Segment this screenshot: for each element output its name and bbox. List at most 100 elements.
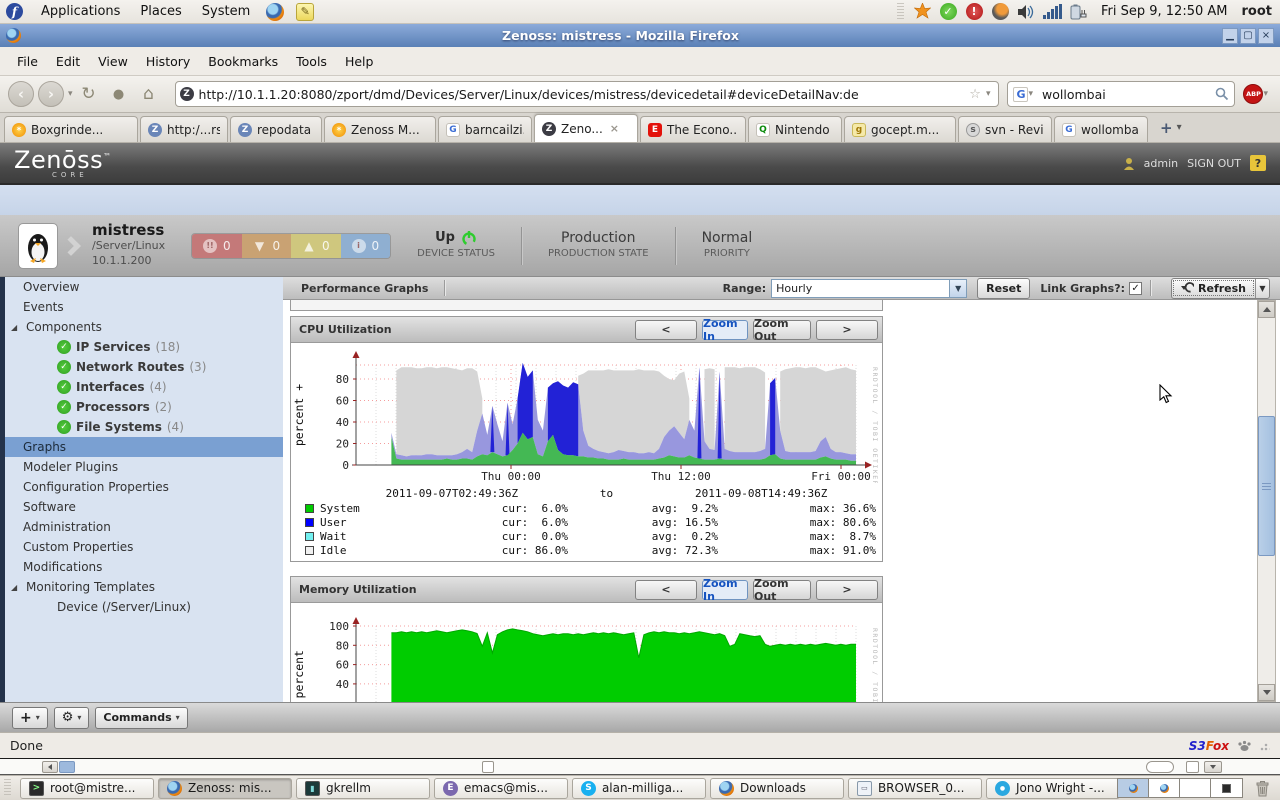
text-editor-launcher-icon[interactable]: ✎ — [296, 3, 314, 21]
sidebar-item-modeler-plugins[interactable]: Modeler Plugins — [5, 457, 283, 477]
sidebar-item-configuration-properties[interactable]: Configuration Properties — [5, 477, 283, 497]
sidebar-item-file-systems[interactable]: ✓File Systems (4) — [5, 417, 283, 437]
taskbar-handle[interactable] — [4, 779, 11, 797]
magnifier-icon[interactable] — [1215, 87, 1229, 101]
browser-menu-bookmarks[interactable]: Bookmarks — [199, 54, 287, 69]
device-path[interactable]: /Server/Linux — [92, 238, 165, 253]
taskbar-window-jono-wright[interactable]: Jono Wright -... — [986, 778, 1120, 799]
minimize-icon[interactable]: ▁ — [1222, 28, 1238, 44]
taskbar-window-gkrellm[interactable]: gkrellm — [296, 778, 430, 799]
tab-repodata[interactable]: repodata — [230, 116, 322, 142]
history-dropdown-icon[interactable]: ▾ — [68, 89, 73, 99]
graph-button-[interactable]: < — [635, 320, 697, 340]
event-badge-critical[interactable]: !!0 — [192, 234, 242, 258]
new-tab-icon[interactable]: + — [1160, 119, 1173, 137]
back-button[interactable]: ‹ — [8, 81, 34, 107]
panel-handle[interactable] — [897, 3, 904, 21]
scrollbar-thumb[interactable] — [1258, 416, 1275, 556]
sidebar-item-interfaces[interactable]: ✓Interfaces (4) — [5, 377, 283, 397]
tab-wollomba[interactable]: wollomba... — [1054, 116, 1148, 142]
close-icon[interactable]: × — [1258, 28, 1274, 44]
firefox-launcher-icon[interactable] — [266, 3, 284, 21]
browser-menu-file[interactable]: File — [8, 54, 47, 69]
gnome-menu-system[interactable]: System — [192, 0, 260, 24]
paw-icon[interactable] — [1237, 739, 1252, 752]
fedora-logo-icon[interactable]: f — [6, 3, 23, 20]
updates-icon[interactable] — [912, 2, 932, 22]
graph-button-zoom-in[interactable]: Zoom In — [702, 580, 748, 600]
tab-svn-revi[interactable]: svn - Revi... — [958, 116, 1052, 142]
taskbar-window-zenoss-mis[interactable]: Zenoss: mis... — [158, 778, 292, 799]
battery-icon[interactable] — [1068, 2, 1088, 22]
taskbar-window-downloads[interactable]: Downloads — [710, 778, 844, 799]
url-text[interactable]: http://10.1.1.20:8080/zport/dmd/Devices/… — [199, 87, 965, 102]
hscroll-thumb[interactable] — [59, 761, 75, 773]
stop-icon[interactable]: ● — [107, 82, 131, 106]
sign-out-link[interactable]: SIGN OUT — [1187, 157, 1241, 170]
reload-icon[interactable]: ↻ — [77, 82, 101, 106]
taskbar-window-browser-0[interactable]: BROWSER_0... — [848, 778, 982, 799]
browser-menu-edit[interactable]: Edit — [47, 54, 89, 69]
zenoss-logo[interactable]: Zenōss™ — [14, 146, 112, 174]
url-dropdown-icon[interactable]: ▾ — [986, 89, 991, 99]
browser-menu-view[interactable]: View — [89, 54, 137, 69]
search-bar[interactable]: G ▾ wollombai — [1007, 81, 1235, 107]
link-graphs-checkbox[interactable]: ✓ — [1129, 282, 1142, 295]
taskbar-window-alan-milliga[interactable]: alan-milliga... — [572, 778, 706, 799]
chevron-down-icon[interactable]: ▼ — [949, 280, 966, 297]
tab-nintendo[interactable]: Nintendo ... — [748, 116, 842, 142]
refresh-dropdown-icon[interactable]: ▼ — [1255, 279, 1269, 298]
background-checkbox[interactable] — [482, 761, 494, 773]
sidebar-item-modifications[interactable]: Modifications — [5, 557, 283, 577]
resize-grip[interactable] — [1260, 741, 1270, 751]
sidebar-item-ip-services[interactable]: ✓IP Services (18) — [5, 337, 283, 357]
sidebar-item-network-routes[interactable]: ✓Network Routes (3) — [5, 357, 283, 377]
event-rainbow[interactable]: !!0▼0▲0i0 — [191, 233, 391, 259]
package-updater-icon[interactable] — [990, 2, 1010, 22]
reset-button[interactable]: Reset — [977, 278, 1030, 299]
bookmark-star-icon[interactable]: ☆ — [969, 87, 981, 102]
vertical-scrollbar[interactable] — [1257, 300, 1276, 702]
sidebar-item-software[interactable]: Software — [5, 497, 283, 517]
workspace-3[interactable] — [1180, 779, 1211, 797]
panel-user[interactable]: root — [1242, 4, 1273, 19]
graph-button-zoom-out[interactable]: Zoom Out — [753, 320, 811, 340]
sidebar-item-events[interactable]: Events — [5, 297, 283, 317]
event-badge-error[interactable]: ▼0 — [242, 234, 292, 258]
trash-icon[interactable] — [1255, 780, 1270, 797]
tab-zenoss-m[interactable]: Zenoss M... — [324, 116, 436, 142]
browser-menu-tools[interactable]: Tools — [287, 54, 336, 69]
workspace-1[interactable] — [1118, 779, 1149, 797]
volume-icon[interactable] — [1016, 2, 1036, 22]
sidebar-item-administration[interactable]: Administration — [5, 517, 283, 537]
event-badge-warning[interactable]: ▲0 — [291, 234, 341, 258]
hscroll-left-icon[interactable] — [42, 761, 58, 773]
network-signal-icon[interactable] — [1042, 2, 1062, 22]
sidebar-item-processors[interactable]: ✓Processors (2) — [5, 397, 283, 417]
range-select[interactable]: Hourly ▼ — [771, 279, 967, 298]
adblock-plus-icon[interactable]: ABP — [1243, 84, 1263, 104]
refresh-button[interactable]: Refresh ▼ — [1171, 278, 1270, 299]
scroll-down-icon[interactable] — [1258, 684, 1275, 701]
tab-close-icon[interactable]: × — [610, 122, 619, 135]
adblock-dropdown-icon[interactable]: ▾ — [1263, 89, 1268, 99]
tab-http-rs-13[interactable]: http:/...rs/13 — [140, 116, 228, 142]
tab-gocept-m[interactable]: gocept.m... — [844, 116, 956, 142]
browser-menu-help[interactable]: Help — [336, 54, 383, 69]
expander-icon[interactable]: ◢ — [11, 583, 21, 592]
alert-icon[interactable]: ! — [964, 2, 984, 22]
add-button[interactable]: +▾ — [12, 707, 48, 729]
browser-menu-history[interactable]: History — [137, 54, 199, 69]
maximize-icon[interactable]: ▢ — [1240, 28, 1256, 44]
graph-button-zoom-in[interactable]: Zoom In — [702, 320, 748, 340]
graph-button-[interactable]: > — [816, 580, 878, 600]
url-bar[interactable]: http://10.1.1.20:8080/zport/dmd/Devices/… — [175, 81, 1000, 107]
graph-button-[interactable]: > — [816, 320, 878, 340]
settings-button[interactable]: ⚙▾ — [54, 707, 90, 729]
s3fox-label[interactable]: S3Fox — [1189, 739, 1229, 753]
tab-boxgrinde[interactable]: Boxgrinde... — [4, 116, 138, 142]
sidebar-item-components[interactable]: ◢Components — [5, 317, 283, 337]
help-icon[interactable]: ? — [1250, 155, 1266, 171]
gnome-menu-applications[interactable]: Applications — [31, 0, 130, 24]
tab-the-econo[interactable]: The Econo... — [640, 116, 746, 142]
